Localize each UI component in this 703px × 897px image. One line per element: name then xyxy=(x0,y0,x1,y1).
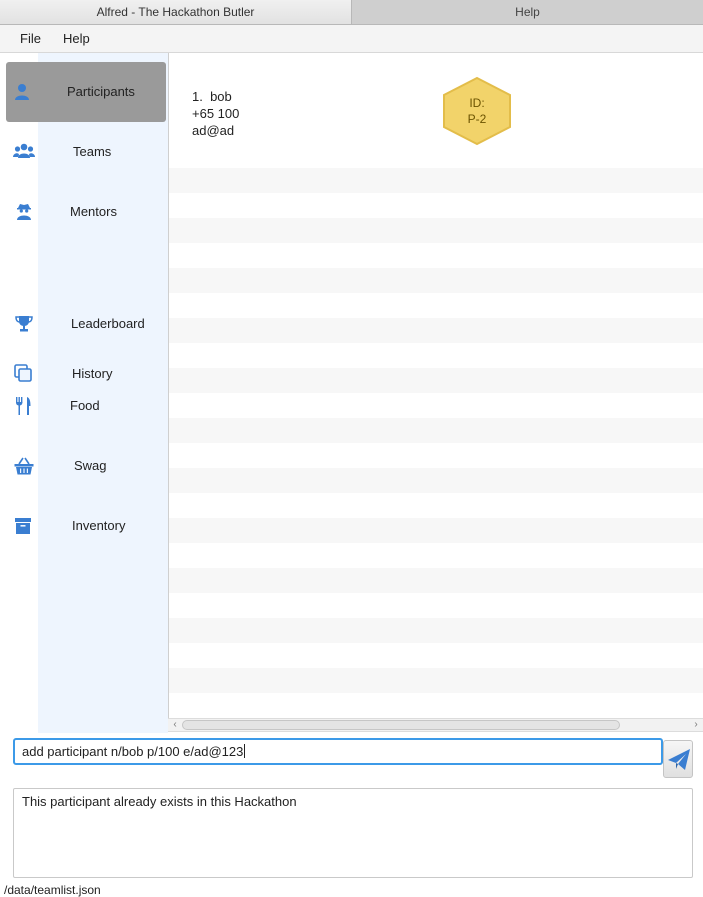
sidebar-item-leaderboard[interactable]: Leaderboard xyxy=(0,309,168,339)
list-row-stripe xyxy=(169,368,703,393)
sidebar-item-participants[interactable]: Participants xyxy=(0,77,168,107)
sidebar-item-label: Mentors xyxy=(70,204,117,219)
list-row-stripe xyxy=(169,418,703,443)
sidebar-item-label: Inventory xyxy=(72,518,126,533)
result-display: This participant already exists in this … xyxy=(13,788,693,878)
text-caret xyxy=(244,744,246,758)
list-row-stripe xyxy=(169,218,703,243)
window-tabbar: Alfred - The Hackathon Butler Help xyxy=(0,0,703,25)
list-row-stripe xyxy=(169,618,703,643)
menu-bar: File Help xyxy=(0,25,703,53)
sidebar-item-label: Participants xyxy=(67,84,135,99)
window-tab-main[interactable]: Alfred - The Hackathon Butler xyxy=(0,0,352,25)
list-row-stripe xyxy=(169,668,703,693)
users-icon xyxy=(13,141,35,163)
participant-name-row: 1. bob xyxy=(192,88,239,105)
scroll-left-icon[interactable]: ‹ xyxy=(168,719,182,731)
participant-index: 1. xyxy=(192,89,203,104)
scrollbar-thumb[interactable] xyxy=(182,720,620,730)
list-row-stripe xyxy=(169,568,703,593)
user-icon xyxy=(13,81,35,103)
sidebar-item-inventory[interactable]: Inventory xyxy=(0,511,168,541)
sidebar-item-swag[interactable]: Swag xyxy=(0,451,168,481)
menu-file[interactable]: File xyxy=(20,31,41,46)
shopping-basket-icon xyxy=(13,455,35,477)
sidebar-item-label: Leaderboard xyxy=(71,316,145,331)
list-horizontal-scrollbar[interactable]: ‹ › xyxy=(168,718,703,732)
participant-email: ad@ad xyxy=(192,123,235,138)
sidebar-item-history[interactable]: History xyxy=(0,359,168,389)
sidebar-item-label: Food xyxy=(70,398,100,413)
command-input[interactable]: add participant n/bob p/100 e/ad@123 xyxy=(13,738,663,765)
sidebar-item-food[interactable]: Food xyxy=(0,391,168,421)
trophy-icon xyxy=(13,313,35,335)
sidebar-item-label: History xyxy=(72,366,113,381)
list-row-stripe xyxy=(169,168,703,193)
menu-help[interactable]: Help xyxy=(63,31,90,46)
archive-icon xyxy=(13,515,35,537)
participant-list-panel[interactable]: 1. bob +65 100 ad@ad ID: P-2 xyxy=(168,53,703,718)
scroll-right-icon[interactable]: › xyxy=(689,719,703,731)
participant-card[interactable]: 1. bob +65 100 ad@ad xyxy=(192,88,239,139)
paper-plane-icon xyxy=(668,749,690,770)
user-secret-icon xyxy=(13,201,35,223)
command-input-value: add participant n/bob p/100 e/ad@123 xyxy=(22,744,244,759)
participant-name: bob xyxy=(210,89,232,104)
sidebar-item-teams[interactable]: Teams xyxy=(0,137,168,167)
send-button[interactable] xyxy=(663,740,693,778)
utensils-icon xyxy=(13,395,35,417)
result-message: This participant already exists in this … xyxy=(22,794,297,809)
participant-id-label: ID: P-2 xyxy=(441,95,513,127)
participant-id-value: P-2 xyxy=(467,112,487,126)
sidebar-item-label: Teams xyxy=(73,144,112,159)
list-row-stripe xyxy=(169,468,703,493)
participant-id-badge: ID: P-2 xyxy=(441,76,513,146)
participant-phone: +65 100 xyxy=(192,106,240,121)
list-row-stripe xyxy=(169,518,703,543)
sidebar-item-label: Swag xyxy=(74,458,107,473)
window-tab-help[interactable]: Help xyxy=(352,0,703,25)
participant-id-prefix: ID: xyxy=(469,96,485,110)
list-row-stripe xyxy=(169,318,703,343)
clone-icon xyxy=(13,363,35,385)
list-row-stripe xyxy=(169,268,703,293)
sidebar-item-mentors[interactable]: Mentors xyxy=(0,197,168,227)
